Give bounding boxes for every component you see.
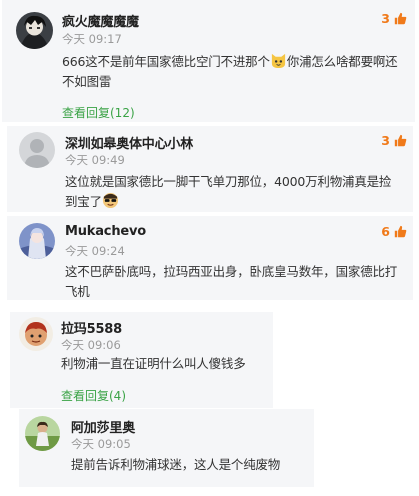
like-button[interactable]: 3	[381, 133, 407, 148]
view-replies-link[interactable]: 查看回复(4)	[61, 387, 126, 404]
view-replies-link[interactable]: 查看回复(12)	[62, 104, 135, 121]
comment-text: 提前告诉利物浦球迷，这人是个纯废物	[71, 457, 281, 472]
thumbs-up-icon	[394, 12, 407, 25]
like-button[interactable]: 3	[381, 11, 407, 26]
username[interactable]: Mukachevo	[65, 224, 146, 239]
username[interactable]: 拉玛5588	[61, 318, 122, 337]
anime-character-avatar-icon	[16, 12, 53, 49]
comment-text: 这不巴萨卧底吗，拉玛西亚出身，卧底皇马数年，国家德比打飞机	[65, 264, 398, 299]
timestamp: 今天 09:49	[65, 153, 125, 167]
username[interactable]: 疯火魔魔魔魔	[62, 11, 139, 30]
like-count: 6	[381, 224, 390, 239]
user-avatar[interactable]	[19, 223, 55, 259]
cartoon-avatar-icon	[19, 317, 53, 351]
comment-text: 这位就是国家德比一脚干飞单刀那位，4000万利物浦真是捡到宝了	[65, 174, 392, 209]
comment-text: 利物浦一直在证明什么叫人傻钱多	[61, 356, 246, 371]
timestamp: 今天 09:24	[65, 244, 125, 258]
user-avatar[interactable]	[19, 317, 53, 351]
reply-card: 阿加莎里奥 今天 09:05 提前告诉利物浦球迷，这人是个纯废物	[19, 409, 314, 487]
user-avatar[interactable]	[25, 416, 60, 451]
username[interactable]: 深圳如皋奥体中心小林	[65, 133, 193, 152]
user-avatar[interactable]	[16, 12, 53, 49]
outdoor-photo-avatar-icon	[25, 416, 60, 451]
timestamp: 今天 09:17	[62, 32, 122, 46]
default-user-avatar-icon	[19, 132, 55, 168]
anime-girl-avatar-icon	[19, 223, 55, 259]
comment-card: 深圳如皋奥体中心小林 今天 09:49 3 这位就是国家德比一脚干飞单刀那位，4…	[7, 126, 413, 212]
like-count: 3	[381, 11, 390, 26]
timestamp: 今天 09:06	[61, 338, 121, 352]
comment-card: 拉玛5588 今天 09:06 利物浦一直在证明什么叫人傻钱多 查看回复(4)	[10, 312, 273, 408]
comment-card: Mukachevo 今天 09:24 6 这不巴萨卧底吗，拉玛西亚出身，卧底皇马…	[7, 216, 413, 300]
timestamp: 今天 09:05	[71, 437, 131, 451]
comment-text: 666这不是前年国家德比空门不进那个 你浦怎么啥都要啊还不如图雷	[62, 53, 398, 89]
sunglasses-face-emoji-icon	[102, 192, 118, 209]
user-avatar[interactable]	[19, 132, 55, 168]
comment-card: 疯火魔魔魔魔 今天 09:17 3 666这不是前年国家德比空门不进那个 你浦怎么…	[2, 0, 415, 122]
like-button[interactable]: 6	[381, 224, 407, 239]
thumbs-up-icon	[394, 225, 407, 238]
username[interactable]: 阿加莎里奥	[71, 417, 135, 436]
like-count: 3	[381, 133, 390, 148]
cat-emoji-icon	[271, 53, 285, 69]
thumbs-up-icon	[394, 134, 407, 147]
